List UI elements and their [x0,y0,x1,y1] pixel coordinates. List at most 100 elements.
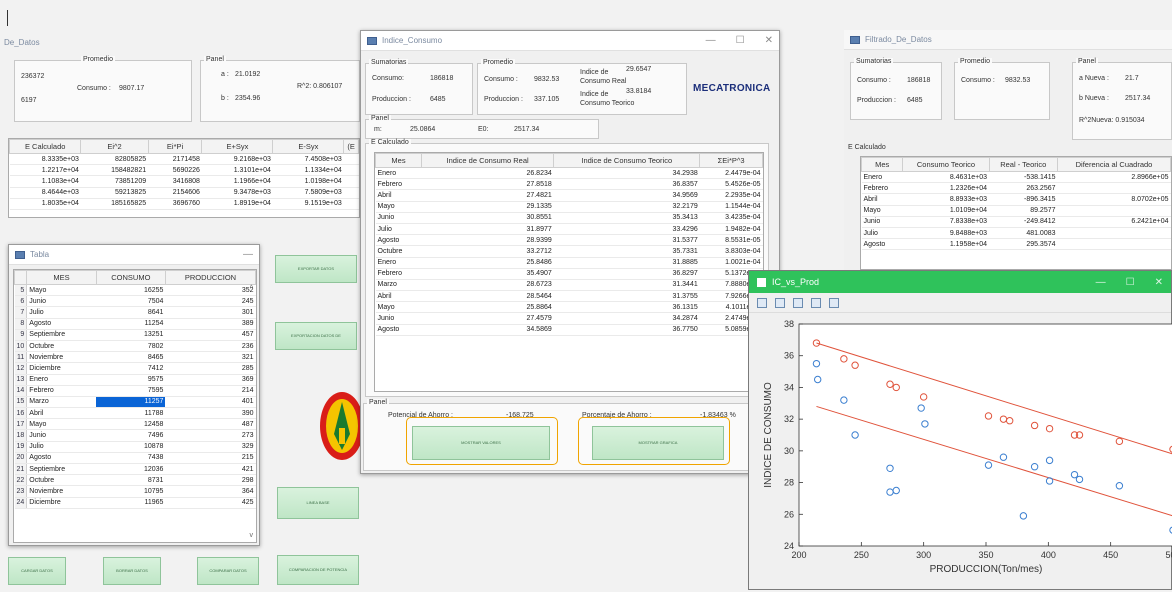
table-row[interactable]: Junio 7.8338e+03 -249.8412 6.2421e+04 [861,216,1171,228]
table-row[interactable]: 24 Diciembre 11965 425 [14,497,256,509]
table-row[interactable]: Mayo 29.1335 32.2179 1.1544e-04 [375,201,763,213]
window-icon [850,35,860,44]
close-icon[interactable]: ✕ [1155,277,1163,288]
table-row[interactable]: Enero 26.8234 34.2938 2.4479e-04 [375,167,763,180]
datacursor-icon[interactable] [829,297,839,308]
bg-col-header[interactable]: Ei^2 [80,139,149,154]
table-row[interactable]: 19 Julio 10878 329 [14,441,256,453]
table-row[interactable]: 9 Septiembre 13251 457 [14,329,256,341]
table-row[interactable]: 20 Agosto 7438 215 [14,452,256,465]
table-row[interactable]: Abril 8.8933e+03 -896.3415 8.0702e+05 [861,193,1171,206]
table-row[interactable]: Julio 31.8977 33.4296 1.9482e-04 [375,223,763,236]
figure-titlebar[interactable]: IC_vs_Prod — ☐ ✕ [749,271,1171,293]
comparacion-potencia-button[interactable]: COMPARACION DE POTENCIA [277,555,359,585]
minimize-icon[interactable]: — [1096,277,1106,288]
table-row[interactable]: Abril 27.4821 34.9569 2.2935e-04 [375,189,763,202]
table-row[interactable]: 6 Junio 7504 245 [14,295,256,308]
table-row[interactable]: Marzo 28.6723 31.3441 7.8880e-05 [375,279,763,292]
table-row[interactable]: 22 Octubre 8731 298 [14,474,256,487]
tabla-titlebar[interactable]: Tabla — [9,245,259,265]
filtrado-titlebar[interactable]: Filtrado_De_Datos [844,30,1172,50]
e-calculado-label: E Calculado [848,144,886,151]
table-row[interactable]: Agosto 28.9399 31.5377 8.5531e-05 [375,234,763,247]
table-row[interactable]: 14 Febrero 7595 214 [14,385,256,397]
export-data-de-button[interactable]: EXPORTACION DATOS DE [275,322,357,350]
maximize-icon[interactable]: ☐ [736,35,745,46]
export-data-button[interactable]: EXPORTAR DATOS [275,255,357,283]
indice-titlebar[interactable]: Indice_Consumo — ☐ ✕ [361,31,779,51]
maximize-icon[interactable]: ☐ [1126,277,1135,288]
bg-col-header[interactable]: E Calculado [9,139,82,154]
bg-col-header[interactable]: E+Syx [201,139,274,154]
table-row[interactable]: Abril 28.5464 31.3755 7.9266e-05 [375,290,763,303]
pan-icon[interactable] [811,297,821,308]
table-cell: -896.3415 [989,193,1058,206]
col-header-ic-teorico[interactable]: Indice de Consumo Teorico [553,153,701,168]
table-row[interactable]: 8 Agosto 11254 389 [14,318,256,330]
table-row[interactable]: Mayo 1.0109e+04 89.2577 [861,205,1171,217]
col-header-mes[interactable]: Mes [861,157,904,172]
col-header-mes[interactable]: MES [26,270,97,285]
table-row[interactable]: 16 Abril 11788 390 [14,407,256,420]
rotate-icon[interactable] [793,297,803,308]
table-row[interactable]: Enero 25.8486 31.8885 1.0021e-04 [375,257,763,269]
col-header-real-teorico[interactable]: Real - Teorico [988,157,1059,172]
col-header-diferencia[interactable]: Diferencia al Cuadrado [1057,157,1171,172]
col-header-consumo-teorico[interactable]: Consumo Teorico [902,157,990,172]
filtrado-table[interactable]: Mes Consumo Teorico Real - Teorico Difer… [860,156,1172,270]
table-row[interactable]: 1.2217e+04 158482821 5690226 1.3101e+04 1.13… [9,164,359,177]
table-row[interactable]: 7 Julio 8641 301 [14,306,256,319]
comparar-datos-button[interactable]: COMPARAR DATOS [197,557,259,585]
table-row[interactable]: 11 Noviembre 8465 321 [14,351,256,364]
table-row[interactable]: Mayo 25.8864 36.1315 4.1011e-05 [375,301,763,314]
col-header-ic-real[interactable]: Indice de Consumo Real [420,153,555,168]
tabla-table[interactable]: MES CONSUMO PRODUCCION 5 Mayo 16255 352 6 Jun… [13,269,257,543]
col-header-produccion[interactable]: PRODUCCION [164,270,256,285]
bg-col-header[interactable]: (E [343,139,359,154]
row-index: 6 [14,295,28,308]
table-row[interactable]: 21 Septiembre 12036 421 [14,463,256,476]
table-row[interactable]: Enero 8.4631e+03 -538.1415 2.8966e+05 [861,171,1171,184]
table-row[interactable]: Agosto 34.5869 36.7750 5.0859e-04 [375,324,763,336]
table-row[interactable]: 1.1083e+04 73851209 3416808 1.1966e+04 1.019… [9,175,359,188]
table-row[interactable]: Junio 27.4579 34.2874 2.4749e-04 [375,312,763,325]
table-row[interactable]: Octubre 33.2712 35.7331 3.8303e-04 [375,245,763,258]
table-row[interactable]: Febrero 1.2326e+04 263.2567 [861,182,1171,195]
table-row[interactable]: Febrero 35.4907 36.8297 5.1372e-04 [375,268,763,280]
cargar-datos-button[interactable]: CARGAR DATOS [8,557,66,585]
table-row[interactable]: Julio 9.8488e+03 481.0083 [861,227,1171,240]
minimize-icon[interactable]: — [243,249,253,260]
zoom-out-icon[interactable] [775,297,785,308]
table-row[interactable]: 18 Junio 7496 273 [14,429,256,442]
table-row[interactable]: Agosto 1.1958e+04 295.3574 [861,238,1171,251]
borrar-datos-button[interactable]: BORRAR DATOS [103,557,161,585]
table-row[interactable]: 5 Mayo 16255 352 [14,284,256,297]
scatter-chart[interactable]: 200 250 300 350 400 450 500 24 26 28 30 32 34 36 38 PRO… [749,314,1172,590]
table-row[interactable]: 10 Octubre 7802 236 [14,340,256,353]
linea-base-button[interactable]: LINEA BASE [277,487,359,519]
table-row[interactable]: 1.8035e+04 185165825 3696760 1.8919e+04 9.15… [9,198,359,210]
table-row[interactable]: 13 Enero 9575 369 [14,374,256,386]
col-header-mes[interactable]: Mes [375,153,422,168]
figure-canvas[interactable]: 200 250 300 350 400 450 500 24 26 28 30 32 34 36 38 PRO… [749,314,1172,590]
table-row[interactable]: Febrero 27.8518 36.8357 5.4526e-05 [375,178,763,191]
bg-col-header[interactable]: E-Syx [272,139,345,154]
table-row[interactable]: 23 Noviembre 10795 364 [14,485,256,498]
scroll-up-icon[interactable]: ^ [250,285,253,292]
table-row[interactable]: 8.4644e+03 59213825 2154606 9.3478e+03 7.580… [9,187,359,199]
col-header-sum[interactable]: ΣEi*P^3 [699,153,763,168]
close-icon[interactable]: ✕ [765,35,773,46]
table-row[interactable]: 17 Mayo 12458 487 [14,418,256,431]
indice-table[interactable]: Mes Indice de Consumo Real Indice de Con… [374,152,764,392]
col-header-consumo[interactable]: CONSUMO [95,270,166,285]
table-row[interactable]: Junio 30.8551 35.3413 3.4235e-04 [375,212,763,224]
table-row[interactable]: 8.3335e+03 82805825 2171458 9.2168e+03 7.450… [9,153,359,166]
bg-calc-table[interactable]: E Calculado Ei^2 Ei*Pi E+Syx E-Syx (E 8.… [8,138,360,218]
zoom-in-icon[interactable] [757,297,767,308]
minimize-icon[interactable]: — [706,35,716,46]
table-row[interactable]: 15 Marzo 11257 401 [14,396,256,409]
scroll-down-icon[interactable]: v [250,532,254,539]
table-cell: Septiembre [26,329,97,341]
table-row[interactable]: 12 Diciembre 7412 285 [14,362,256,375]
bg-col-header[interactable]: Ei*Pi [147,139,203,154]
